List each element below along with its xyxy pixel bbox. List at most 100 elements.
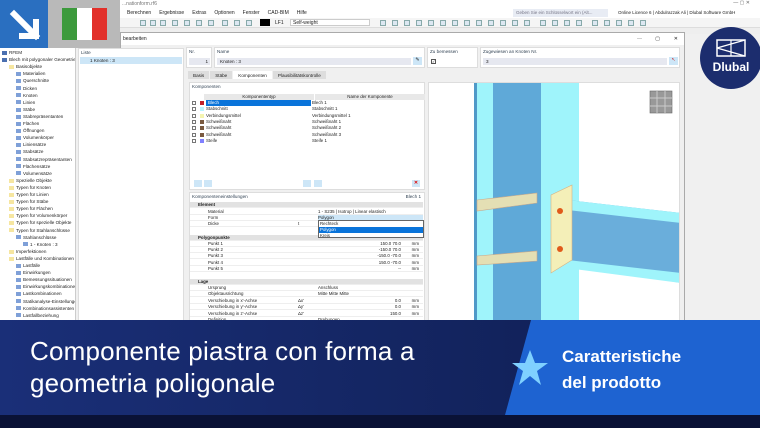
menu-item-extras[interactable]: Extras xyxy=(192,10,206,16)
tree-item[interactable]: Spezielle Objekte xyxy=(9,178,52,185)
name-field[interactable]: Knoten : 3 xyxy=(217,58,411,65)
toolbar-button[interactable] xyxy=(604,20,610,26)
tree-item[interactable]: Statikanalyse-Einstellungen xyxy=(16,299,75,306)
tree-item[interactable]: 1 - Knoten : 3 xyxy=(23,242,58,249)
tree-item[interactable]: Typen für Flächen xyxy=(9,206,53,213)
tree-item[interactable]: Blech mit polygonaler Geometrie xyxy=(2,57,75,64)
select-node-button[interactable]: ↖ xyxy=(669,57,678,65)
toolbar-button[interactable] xyxy=(246,20,252,26)
tree-item[interactable]: Querschnitte xyxy=(16,78,49,85)
tree-item[interactable]: Lastkombinationen xyxy=(16,291,62,298)
menu-item-berechnen[interactable]: Berechnen xyxy=(127,10,151,16)
setting-value[interactable]: 0.0 xyxy=(395,298,401,304)
tree-item[interactable]: Stabrepräsentanten xyxy=(16,114,63,121)
toolbar-button[interactable] xyxy=(440,20,446,26)
toolbar-button[interactable] xyxy=(512,20,518,26)
tree-item[interactable]: Imperfektionen xyxy=(9,249,46,256)
toolbar-button[interactable] xyxy=(160,20,166,26)
tree-item[interactable]: Öffnungen xyxy=(16,128,44,135)
library-button[interactable] xyxy=(314,180,322,187)
tree-item[interactable]: Liniensätze xyxy=(16,142,46,149)
toolbar-button[interactable] xyxy=(592,20,598,26)
row-checkbox[interactable] xyxy=(192,113,196,118)
toolbar-button[interactable] xyxy=(172,20,178,26)
toolbar-button[interactable] xyxy=(540,20,546,26)
toolbar-button[interactable] xyxy=(524,20,530,26)
tree-item[interactable]: Stabsatzrepräsentanten xyxy=(16,157,72,164)
tree-item[interactable]: Knoten xyxy=(16,93,38,100)
toolbar-button[interactable] xyxy=(150,20,156,26)
assigned-field[interactable]: 3 xyxy=(483,58,667,65)
design-checkbox[interactable]: ✓ xyxy=(431,59,436,64)
tree-item[interactable]: Stahlanschlüsse xyxy=(16,235,56,242)
import-button[interactable] xyxy=(303,180,311,187)
move-up-button[interactable] xyxy=(194,180,202,187)
tree-item[interactable]: Volumenkörper xyxy=(16,135,54,142)
maximize-button[interactable]: ▢ xyxy=(655,33,660,45)
tree-item[interactable]: Flächensätze xyxy=(16,164,50,171)
menu-item-fenster[interactable]: Fenster xyxy=(243,10,260,16)
menu-item-optionen[interactable]: Optionen xyxy=(214,10,234,16)
toolbar-button[interactable] xyxy=(416,20,422,26)
component-row[interactable]: Stabschnitt Stabschnitt 1 xyxy=(192,106,423,112)
toolbar-button[interactable] xyxy=(640,20,646,26)
form-dropdown-list[interactable]: Rechteck Polygon Kreis xyxy=(318,220,424,238)
form-option[interactable]: Kreis xyxy=(319,233,423,239)
toolbar-button[interactable] xyxy=(616,20,622,26)
tree-item[interactable]: Lastfallbeziehung xyxy=(16,313,59,320)
tree-item[interactable]: Typen für Linien xyxy=(9,192,49,199)
load-case-select[interactable]: Self-weight xyxy=(290,19,370,26)
toolbar-button[interactable] xyxy=(234,20,240,26)
setting-value[interactable]: -150.0 70.0 xyxy=(379,247,401,253)
tree-item[interactable]: Basisobjekte xyxy=(9,64,42,71)
toolbar-button[interactable] xyxy=(488,20,494,26)
toolbar-button[interactable] xyxy=(222,20,228,26)
row-checkbox[interactable] xyxy=(192,101,196,105)
tree-item[interactable]: Bemessungssituationen xyxy=(16,277,72,284)
menu-item-hilfe[interactable]: Hilfe xyxy=(297,10,307,16)
row-checkbox[interactable] xyxy=(192,107,196,112)
setting-value[interactable]: 150.0 -70.0 xyxy=(379,260,401,266)
setting-value[interactable]: 0.0 xyxy=(395,304,401,310)
toolbar-button[interactable] xyxy=(564,20,570,26)
window-controls[interactable]: — ▢ ✕ xyxy=(733,0,750,6)
toolbar-button[interactable] xyxy=(392,20,398,26)
toolbar-button[interactable] xyxy=(404,20,410,26)
toolbar-button[interactable] xyxy=(464,20,470,26)
tree-item[interactable]: Volumensätze xyxy=(16,171,52,178)
setting-value[interactable]: -- xyxy=(398,266,401,272)
list-item[interactable]: 1 Knoten : 3 xyxy=(80,57,182,64)
tree-item[interactable]: Typen für Knoten xyxy=(9,185,51,192)
toolbar-button[interactable] xyxy=(476,20,482,26)
row-checkbox[interactable] xyxy=(192,119,196,124)
component-row[interactable]: Schweißnaht Schweißnaht 2 xyxy=(192,125,423,131)
row-checkbox[interactable] xyxy=(192,138,196,143)
tree-item[interactable]: Flächen xyxy=(16,121,39,128)
tree-item[interactable]: Dicken xyxy=(16,86,37,93)
component-row[interactable]: Blech Blech 1 xyxy=(192,100,423,106)
toolbar-button[interactable] xyxy=(628,20,634,26)
move-down-button[interactable] xyxy=(204,180,212,187)
component-row[interactable]: Verbindungsmittel Verbindungsmittel 1 xyxy=(192,113,423,119)
search-input[interactable]: Geben Sie ein Schlüsselwort ein (Alt... xyxy=(513,9,608,17)
tab-staebe[interactable]: Stäbe xyxy=(210,71,233,79)
toolbar-button[interactable] xyxy=(452,20,458,26)
tree-item[interactable]: Lastfälle xyxy=(16,263,40,270)
toolbar-button[interactable] xyxy=(380,20,386,26)
tab-komponenten[interactable]: Komponenten xyxy=(233,71,272,79)
component-row[interactable]: Schweißnaht Schweißnaht 1 xyxy=(192,119,423,125)
edit-name-button[interactable]: ✎ xyxy=(413,57,422,65)
settings-section[interactable]: Element xyxy=(190,202,423,208)
component-row[interactable]: Schweißnaht Schweißnaht 3 xyxy=(192,132,423,138)
3d-view[interactable] xyxy=(428,82,680,322)
toolbar-button[interactable] xyxy=(208,20,214,26)
tree-item[interactable]: Typen für Volumenkörper xyxy=(9,213,67,220)
toolbar-button[interactable] xyxy=(428,20,434,26)
tree-item[interactable]: Einwirkungskombinationen xyxy=(16,284,75,291)
tree-item[interactable]: Typen für Stahlanschlüsse xyxy=(9,228,70,235)
tree-item[interactable]: Linien xyxy=(16,100,35,107)
tree-item[interactable]: Einwirkungen xyxy=(16,270,51,277)
toolbar-button[interactable] xyxy=(184,20,190,26)
setting-value[interactable]: -150.0 -70.0 xyxy=(377,253,401,259)
tree-item[interactable]: Typen für spezielle Objekte xyxy=(9,220,71,227)
